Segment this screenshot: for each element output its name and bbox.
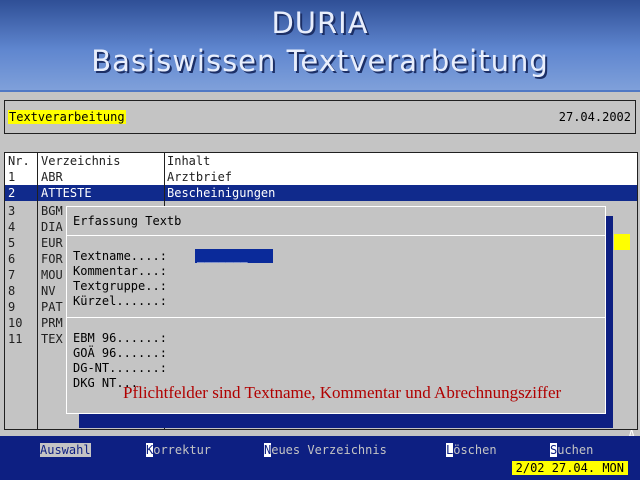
- row-verzeichnis: BGM: [41, 204, 63, 218]
- row-inhalt: Arztbrief: [167, 170, 233, 184]
- kuerzel-label: Kürzel......:: [73, 294, 167, 308]
- title-banner: DURIA Basiswissen Textverarbeitung: [0, 0, 640, 90]
- required-fields-note: Pflichtfelder sind Textname, Kommentar u…: [123, 383, 562, 402]
- textname-input[interactable]: _______: [195, 249, 273, 263]
- row-verzeichnis: DIA: [41, 220, 63, 234]
- row-nr: 11: [8, 332, 23, 346]
- ebm-label: EBM 96......:: [73, 331, 167, 345]
- function-menu: Auswahl Korrektur Neues Verzeichnis Lösc…: [0, 436, 640, 458]
- row-inhalt: Bescheinigungen: [167, 186, 276, 200]
- status-bar: 2/02 27.04. MON: [0, 458, 640, 480]
- menu-item-neues-verzeichnis[interactable]: Neues Verzeichnis: [264, 443, 387, 457]
- status-text: 2/02 27.04. MON: [511, 461, 628, 475]
- row-verzeichnis: TEX: [41, 332, 63, 346]
- row-nr: 6: [8, 252, 16, 266]
- banner-title: DURIA: [271, 6, 369, 40]
- row-nr: 8: [8, 284, 16, 298]
- dgnt-label: DG-NT.......:: [73, 361, 167, 375]
- menu-label: eues Verzeichnis: [271, 443, 387, 457]
- column-header-nr: Nr.: [8, 154, 30, 168]
- column-header-inhalt: Inhalt: [167, 154, 211, 168]
- row-verzeichnis: EUR: [41, 236, 63, 250]
- dialog-divider: [67, 235, 605, 236]
- dialog-title: Erfassung Textb: [73, 214, 182, 228]
- row-verzeichnis: PRM: [41, 316, 63, 330]
- menu-label: orrektur: [153, 443, 212, 457]
- menu-item-suchen[interactable]: Suchen: [550, 443, 593, 457]
- app-header: Textverarbeitung 27.04.2002: [4, 100, 636, 134]
- banner-subtitle: Basiswissen Textverarbeitung: [91, 44, 549, 78]
- text-entry-dialog: Erfassung Textb Textname....: _______ Ko…: [66, 206, 606, 414]
- menu-label: öschen: [453, 443, 497, 457]
- menu-item-korrektur[interactable]: Korrektur: [146, 443, 211, 457]
- dialog-divider: [67, 317, 605, 318]
- row-nr: 1: [8, 170, 16, 184]
- table-row-selected[interactable]: 2 ATTESTE Bescheinigungen: [5, 185, 637, 201]
- row-verzeichnis: NV: [41, 284, 56, 298]
- row-verzeichnis: FOR: [41, 252, 63, 266]
- row-verzeichnis: PAT: [41, 300, 63, 314]
- menu-label: uswahl: [47, 443, 91, 457]
- row-verzeichnis: ATTESTE: [41, 186, 92, 200]
- textname-label: Textname....:: [73, 249, 167, 263]
- terminal-screen: Textverarbeitung 27.04.2002 Nr. Verzeich…: [0, 92, 640, 480]
- row-nr: 9: [8, 300, 16, 314]
- row-nr: 5: [8, 236, 16, 250]
- textgruppe-label: Textgruppe..:: [73, 279, 167, 293]
- row-verzeichnis: MOU: [41, 268, 63, 282]
- header-date: 27.04.2002: [558, 110, 631, 124]
- row-nr: 3: [8, 204, 16, 218]
- kommentar-label: Kommentar...:: [73, 264, 167, 278]
- column-header-verzeichnis: Verzeichnis: [41, 154, 121, 168]
- menu-label: uchen: [557, 443, 594, 457]
- table-row[interactable]: 1 ABR Arztbrief: [5, 169, 637, 185]
- row-nr: 10: [8, 316, 23, 330]
- row-nr: 2: [8, 186, 16, 200]
- row-verzeichnis: ABR: [41, 170, 63, 184]
- column-divider: [37, 153, 38, 429]
- goae-label: GOÄ 96......:: [73, 346, 167, 360]
- menu-item-auswahl[interactable]: Auswahl: [40, 443, 91, 457]
- row-nr: 7: [8, 268, 16, 282]
- app-title: Textverarbeitung: [8, 110, 126, 124]
- menu-item-loeschen[interactable]: Löschen: [446, 443, 497, 457]
- row-nr: 4: [8, 220, 16, 234]
- status-indicator: [614, 234, 630, 250]
- table-header: Nr. Verzeichnis Inhalt: [5, 153, 637, 169]
